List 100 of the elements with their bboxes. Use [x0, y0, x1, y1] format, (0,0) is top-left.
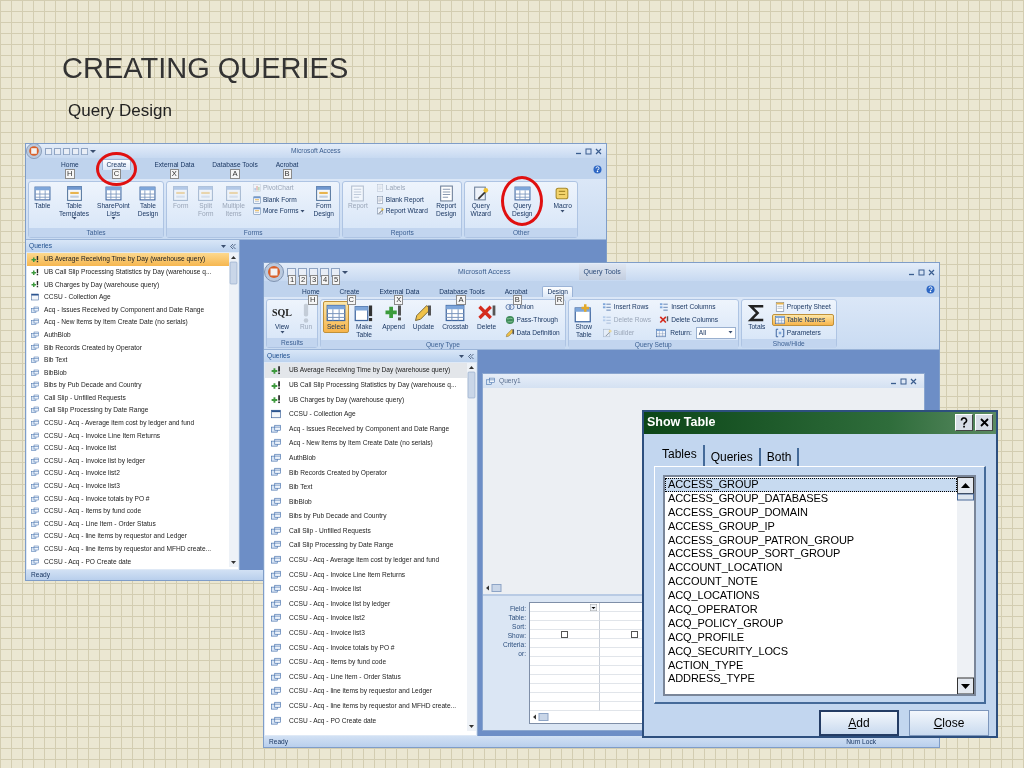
grid-cell[interactable]	[530, 666, 600, 675]
table-plus-icon	[573, 303, 594, 323]
list-item[interactable]: ACCESS_GROUP_DATABASES	[665, 491, 957, 506]
exclamation-icon	[303, 303, 310, 323]
help-icon[interactable]	[926, 284, 935, 294]
query-icon	[271, 584, 281, 595]
properties-icon	[774, 302, 785, 312]
list-item[interactable]: ACQ_SECURITY_LOCS	[665, 644, 957, 659]
query-icon	[31, 419, 39, 427]
show-checkbox[interactable]	[561, 630, 568, 638]
office-button[interactable]	[26, 144, 42, 159]
customize-caret-icon[interactable]	[342, 269, 348, 275]
grid-cell[interactable]	[530, 621, 600, 630]
query-icon	[271, 540, 281, 551]
query-icon	[31, 343, 39, 352]
vertical-scrollbar[interactable]	[467, 363, 476, 731]
dialog-tab[interactable]: Both	[760, 447, 800, 466]
list-item[interactable]: ACQ_OPERATOR	[665, 603, 957, 617]
query-icon	[31, 507, 39, 516]
query-icon	[271, 555, 281, 565]
grid-cell[interactable]	[530, 684, 600, 693]
query-icon	[31, 544, 39, 553]
dialog-button[interactable]: Add	[819, 710, 899, 736]
rows-icon	[601, 315, 612, 325]
grid-cell[interactable]	[530, 675, 600, 684]
vertical-scrollbar[interactable]	[957, 477, 974, 694]
query-icon	[31, 532, 39, 541]
dialog-title: Show Table	[647, 414, 716, 432]
pencil-icon	[504, 328, 515, 338]
form-icon	[31, 293, 39, 302]
form-icon	[252, 207, 261, 216]
grid-cell[interactable]	[530, 657, 600, 666]
list-item[interactable]: ADDRESS_TYPE	[665, 672, 957, 687]
list-item[interactable]: ACCESS_GROUP	[665, 478, 957, 492]
grid-cell[interactable]	[530, 603, 600, 612]
table-icon	[34, 185, 51, 202]
office-button[interactable]	[264, 263, 284, 282]
list-item[interactable]: ACQ_LOCATIONS	[665, 589, 957, 603]
query-icon	[31, 368, 39, 377]
query-icon	[31, 356, 39, 365]
list-item[interactable]: ACTION_TYPE	[665, 658, 957, 673]
list-item[interactable]: ACCOUNT_LOCATION	[665, 561, 957, 576]
query-icon	[31, 469, 39, 478]
grid-cell[interactable]	[530, 702, 600, 711]
query-icon	[271, 700, 281, 711]
list-item[interactable]: ACQ_POLICY_GROUP	[665, 616, 957, 631]
rows-icon	[659, 302, 670, 312]
close-icon[interactable]	[928, 268, 935, 276]
table-icon	[445, 303, 466, 323]
query-icon	[31, 305, 39, 314]
dialog-tab[interactable]: Queries	[704, 447, 761, 466]
dialog-button[interactable]: Close	[909, 710, 989, 736]
make-table-query-icon	[31, 267, 39, 276]
help-icon[interactable]	[593, 164, 602, 174]
maximize-icon[interactable]	[918, 268, 925, 276]
show-checkbox[interactable]	[631, 630, 638, 638]
plus-icon	[383, 303, 404, 323]
query-icon	[271, 423, 281, 434]
form-icon	[271, 409, 281, 420]
make-table-query-icon	[271, 379, 281, 390]
dropdown-icon[interactable]	[221, 243, 226, 249]
list-item[interactable]: ACQ_PROFILE	[665, 630, 957, 645]
collapse-icon[interactable]	[468, 353, 474, 359]
list-item[interactable]: ACCESS_GROUP_SORT_GROUP	[665, 547, 957, 562]
grid-cell[interactable]	[530, 693, 600, 702]
customize-caret-icon[interactable]	[90, 148, 96, 154]
dropdown-icon[interactable]	[459, 353, 464, 359]
query-icon	[271, 686, 281, 697]
close-button[interactable]	[975, 414, 993, 432]
query-icon	[271, 569, 281, 580]
query-icon	[31, 406, 39, 415]
grid-cell[interactable]	[530, 639, 600, 648]
collapse-icon[interactable]	[230, 243, 236, 249]
list-item[interactable]: ACCESS_GROUP_DOMAIN	[665, 505, 957, 520]
query-icon	[271, 482, 281, 493]
list-item[interactable]: ACCESS_GROUP_PATRON_GROUP	[665, 533, 957, 548]
query-icon	[31, 519, 39, 528]
annotation-ellipse	[96, 152, 137, 186]
vertical-scrollbar[interactable]	[229, 253, 238, 567]
list-item[interactable]: ACCESS_GROUP_IP	[665, 519, 957, 534]
query-icon	[271, 525, 281, 536]
query-icon	[31, 482, 39, 490]
close-icon[interactable]	[910, 377, 917, 385]
sheet-icon	[375, 195, 384, 204]
grid-cell[interactable]	[530, 612, 600, 621]
list-item[interactable]: ACCOUNT_NOTE	[665, 575, 957, 590]
grid-cell[interactable]	[530, 630, 600, 639]
query-icon	[271, 438, 281, 449]
query-icon	[31, 381, 39, 390]
maximize-icon[interactable]	[900, 377, 907, 385]
dialog-tab[interactable]: Tables	[656, 444, 705, 466]
maximize-icon[interactable]	[585, 147, 592, 155]
close-icon[interactable]	[595, 147, 602, 155]
sheet-icon	[349, 185, 367, 202]
help-button[interactable]	[955, 414, 973, 432]
dropdown-arrow-icon[interactable]	[590, 604, 597, 611]
table-icon	[774, 315, 785, 325]
grid-cell[interactable]	[530, 648, 600, 657]
query-icon	[31, 494, 39, 503]
form-icon	[315, 185, 333, 202]
